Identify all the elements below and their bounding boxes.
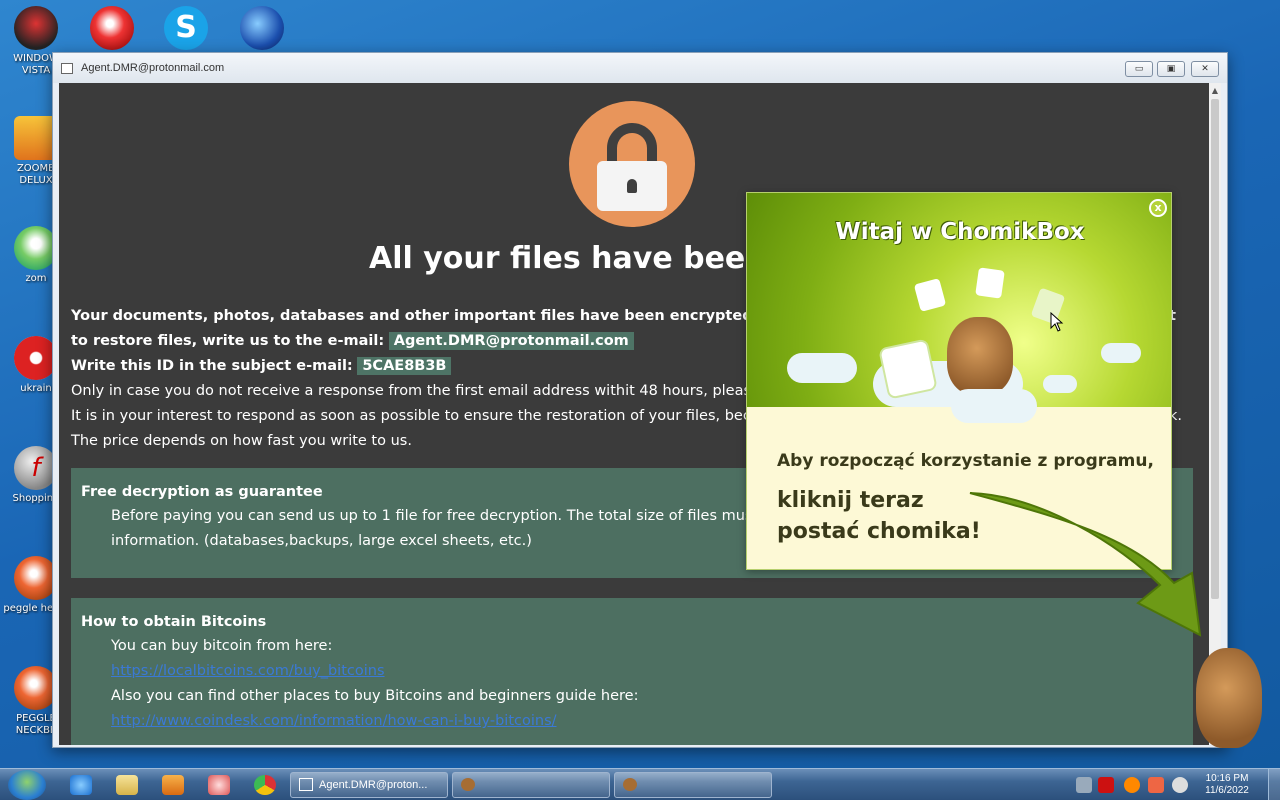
show-desktop-button[interactable] [1268, 769, 1280, 800]
vertical-scrollbar[interactable]: ▲ ▼ [1209, 83, 1221, 745]
internet-explorer-icon[interactable] [70, 775, 92, 795]
system-clock[interactable]: 10:16 PM 11/6/2022 [1196, 773, 1258, 797]
popup-close-button[interactable]: x [1149, 199, 1167, 217]
image-file-icon [913, 278, 947, 312]
ransom-text: Your documents, photos, databases and ot… [71, 308, 821, 324]
desktop-hamster-icon[interactable] [1196, 648, 1262, 748]
window-titlebar[interactable]: Agent.DMR@protonmail.com ▭ ▣ ✕ [53, 53, 1227, 83]
ransom-text: It is in your interest to respond as soo… [71, 408, 828, 424]
folder-icon[interactable] [116, 775, 138, 795]
hamster-icon [461, 778, 475, 791]
window-title: Agent.DMR@protonmail.com [81, 62, 225, 74]
desktop-icon-globe[interactable] [226, 6, 298, 53]
taskbar: Agent.DMR@proton... 10:16 PM 11/6/2022 [0, 768, 1280, 800]
ransom-text: Write this ID in the subject e-mail: [71, 358, 353, 374]
lock-icon [569, 101, 695, 227]
popup-call-to-action[interactable]: kliknij teraz postać chomika! [777, 485, 981, 547]
photo-file-icon [975, 267, 1005, 299]
ransom-paragraph-5: It is in your interest to respond as soo… [71, 404, 1182, 429]
coindesk-link[interactable]: http://www.coindesk.com/information/how-… [111, 713, 557, 729]
monitor-tray-icon[interactable] [1148, 777, 1164, 793]
scrollbar-thumb[interactable] [1211, 99, 1219, 599]
task-chomik-1[interactable] [452, 772, 610, 798]
hamster-icon [623, 778, 637, 791]
chrome-icon[interactable] [254, 775, 276, 795]
skype-icon: S [164, 6, 208, 50]
popup-cta-line: kliknij teraz [777, 488, 924, 513]
music-file-icon [878, 338, 938, 400]
peggle-p-icon [90, 6, 134, 50]
clock-date: 11/6/2022 [1205, 785, 1249, 796]
ransom-paragraph-3: Write this ID in the subject e-mail: 5CA… [71, 354, 452, 379]
scroll-up-icon[interactable]: ▲ [1209, 85, 1221, 97]
minimize-button[interactable]: ▭ [1125, 61, 1153, 77]
task-chomik-2[interactable] [614, 772, 772, 798]
antivirus-icon[interactable] [1098, 777, 1114, 793]
media-player-icon[interactable] [162, 775, 184, 795]
close-button[interactable]: ✕ [1191, 61, 1219, 77]
window-app-icon [61, 63, 73, 74]
contact-email[interactable]: Agent.DMR@protonmail.com [388, 332, 634, 350]
ransom-paragraph-2: to restore files, write us to the e-mail… [71, 329, 634, 354]
desktop-icon-skype[interactable]: S [150, 6, 222, 53]
ransom-paragraph-1: Your documents, photos, databases and ot… [71, 304, 1176, 329]
task-label: Agent.DMR@proton... [319, 779, 428, 791]
green-arrow-icon [969, 492, 1202, 637]
start-button-icon[interactable] [8, 770, 46, 800]
windows-vista-icon [14, 6, 58, 50]
localbitcoins-link[interactable]: https://localbitcoins.com/buy_bitcoins [111, 663, 385, 679]
popup-cta-line: postać chomika! [777, 519, 981, 544]
ransom-text: to restore files, write us to the e-mail… [71, 333, 385, 349]
desktop-icon-peggle-red[interactable] [76, 6, 148, 53]
popup-message: Aby rozpocząć korzystanie z programu, [777, 451, 1154, 471]
popup-title: Witaj w ChomikBox [835, 219, 1085, 245]
window-app-icon [299, 778, 313, 791]
globe-icon [240, 6, 284, 50]
volume-icon[interactable] [1172, 777, 1188, 793]
ransom-headline: All your files have been e [369, 241, 798, 276]
bitcoin-line: Also you can find other places to buy Bi… [111, 688, 639, 704]
mouse-cursor-icon [1050, 312, 1064, 332]
restore-button[interactable]: ▣ [1157, 61, 1185, 77]
task-ransom-window[interactable]: Agent.DMR@proton... [290, 772, 448, 798]
ransom-paragraph-6: The price depends on how fast you write … [71, 433, 412, 449]
search-tray-icon[interactable] [1124, 777, 1140, 793]
app-pinned-icon[interactable] [208, 775, 230, 795]
network-icon[interactable] [1076, 777, 1092, 793]
hamster-mascot-icon[interactable] [947, 317, 1013, 395]
victim-id[interactable]: 5CAE8B3B [357, 357, 452, 375]
clock-time: 10:16 PM [1205, 773, 1249, 784]
ransom-paragraph-4: Only in case you do not receive a respon… [71, 383, 822, 399]
